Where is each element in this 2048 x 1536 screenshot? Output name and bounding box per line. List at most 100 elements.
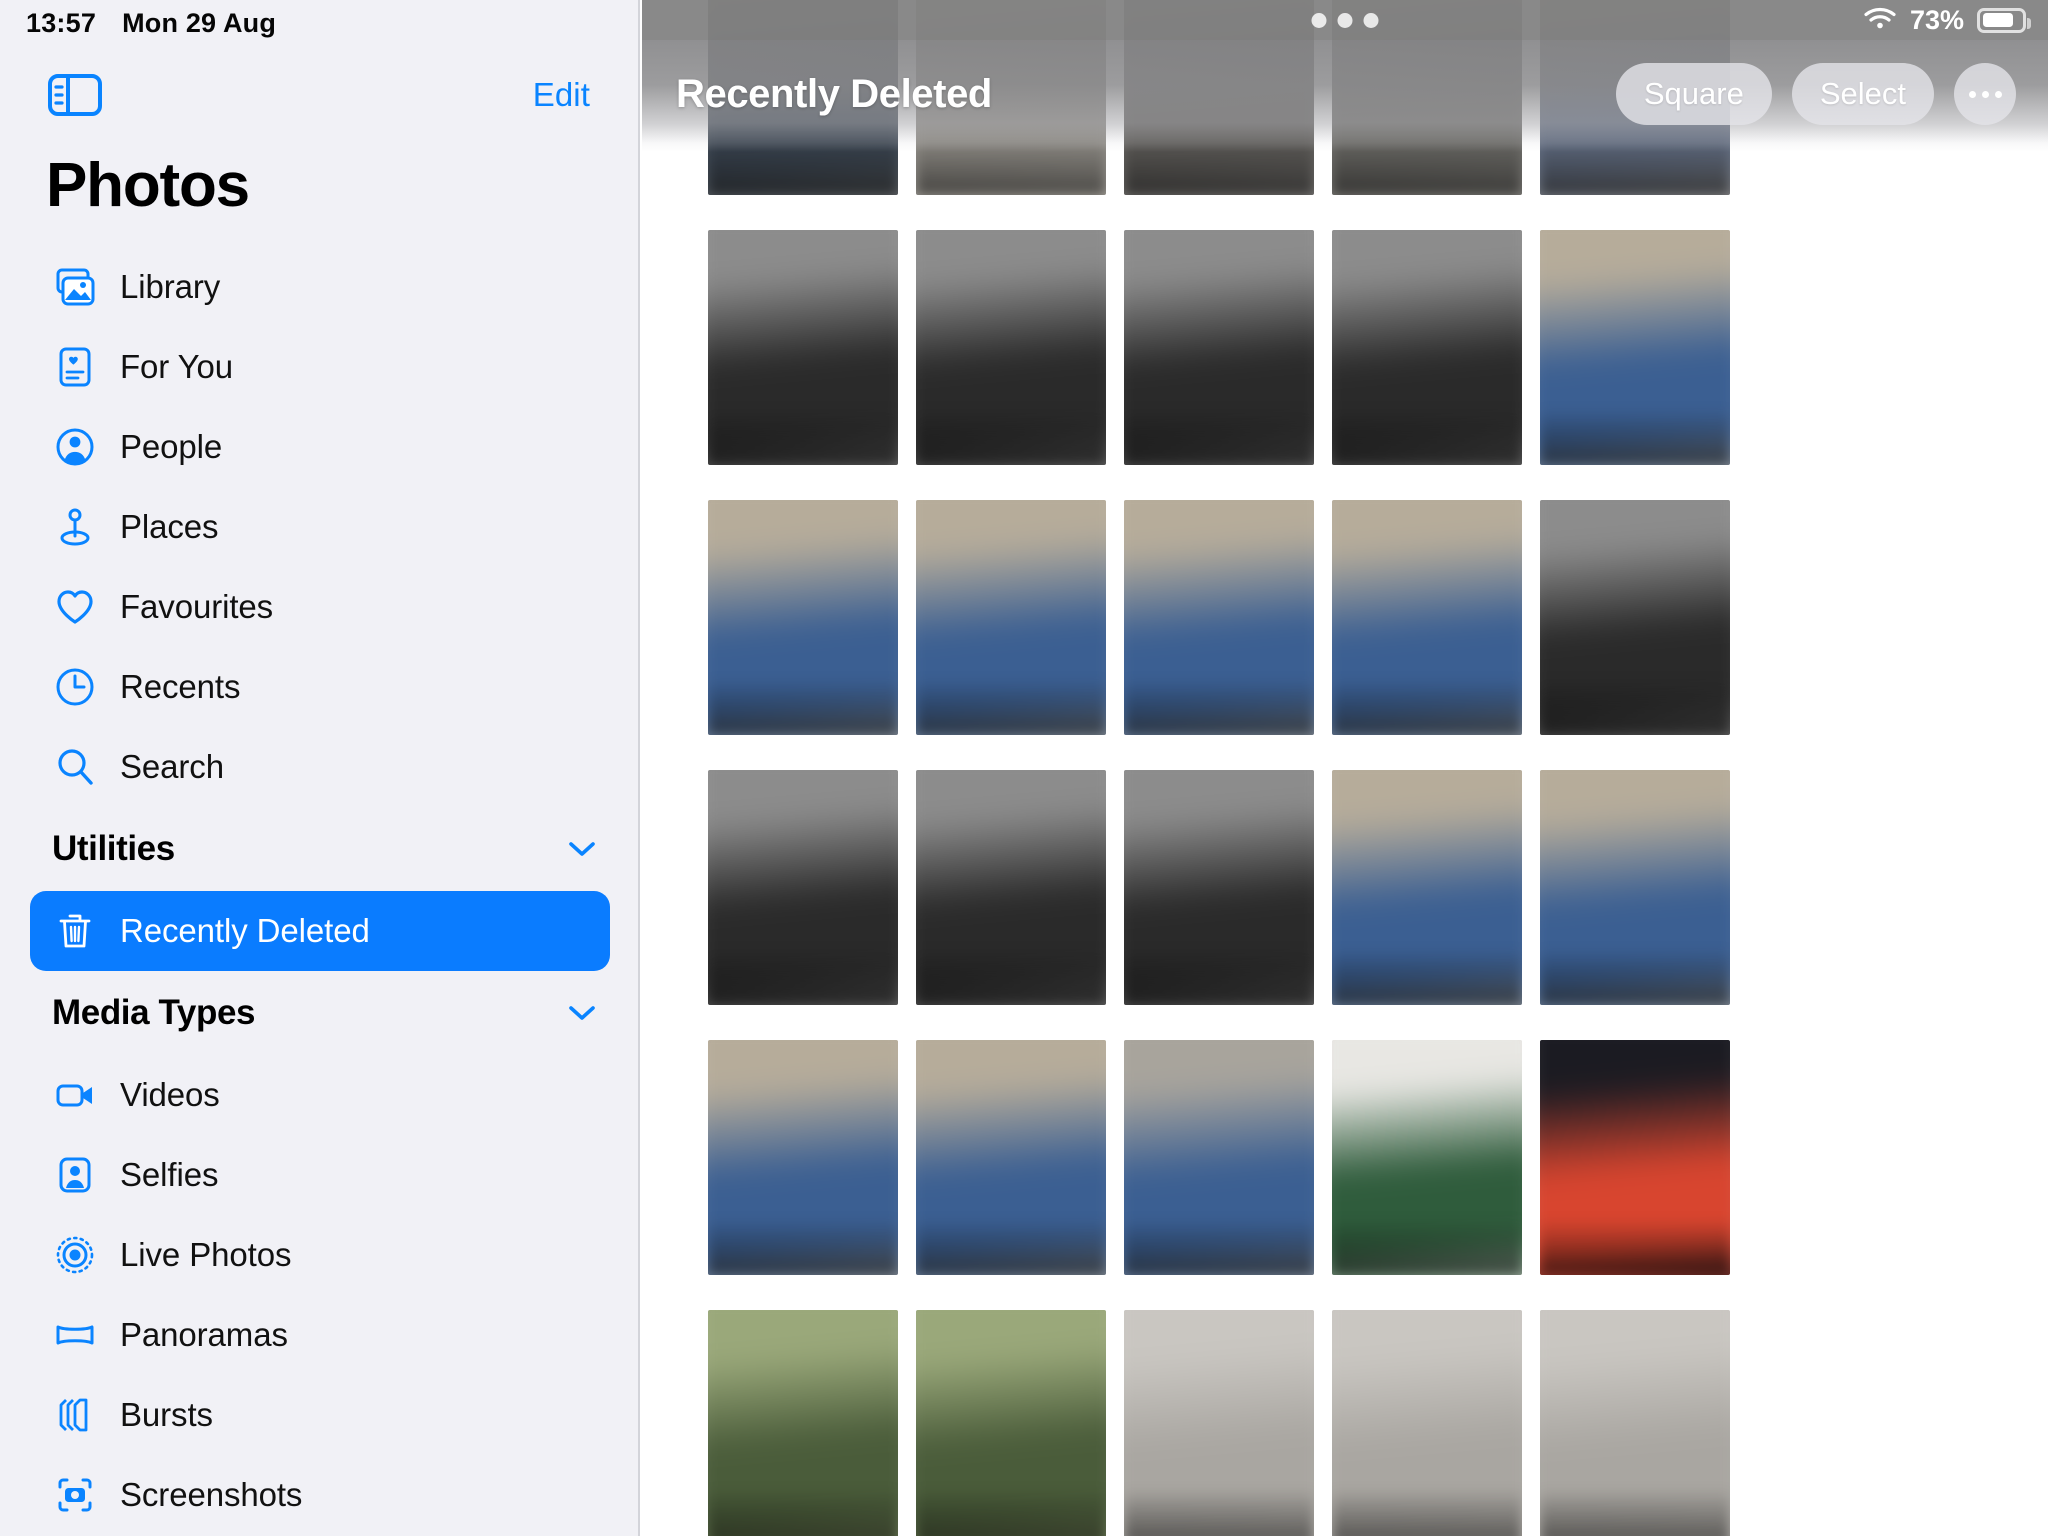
sidebar-item-screenshots[interactable]: Screenshots — [30, 1455, 610, 1535]
thumbnail-shadow — [708, 1218, 898, 1275]
photo-thumbnail[interactable] — [1124, 1310, 1314, 1536]
chevron-down-icon[interactable] — [568, 1004, 596, 1022]
chevron-down-icon[interactable] — [568, 840, 596, 858]
sidebar-toolbar: Edit — [0, 62, 638, 128]
thumbnail-shadow — [1124, 408, 1314, 465]
page-title: Photos — [46, 151, 250, 220]
bursts-stack-icon — [52, 1392, 98, 1438]
panorama-icon — [52, 1312, 98, 1358]
photo-thumbnail[interactable] — [1540, 770, 1730, 1005]
sidebar-item-label: Panoramas — [120, 1316, 288, 1353]
photo-thumbnail[interactable] — [916, 1310, 1106, 1536]
select-button[interactable]: Select — [1791, 63, 1934, 125]
sidebar-item-label: Live Photos — [120, 1236, 292, 1273]
thumbnail-shadow — [916, 408, 1106, 465]
photo-thumbnail[interactable] — [916, 1040, 1106, 1275]
sidebar-item-videos[interactable]: Videos — [30, 1055, 610, 1135]
sidebar-item-label: People — [120, 428, 223, 465]
content-area: 73% Recently Deleted Square Select — [642, 0, 2048, 1536]
photo-thumbnail[interactable] — [708, 500, 898, 735]
content-title: Recently Deleted — [676, 71, 992, 116]
photo-thumbnail[interactable] — [1332, 1040, 1522, 1275]
sidebar-item-for-you[interactable]: For You — [30, 327, 610, 407]
map-pin-icon — [52, 504, 98, 550]
sidebar-item-label: Screenshots — [120, 1476, 303, 1513]
photo-thumbnail[interactable] — [1124, 1040, 1314, 1275]
sidebar-item-bursts[interactable]: Bursts — [30, 1375, 610, 1455]
photo-thumbnail[interactable] — [1540, 500, 1730, 735]
sidebar-item-search[interactable]: Search — [30, 727, 610, 807]
thumbnail-shadow — [708, 678, 898, 735]
photo-thumbnail[interactable] — [708, 230, 898, 465]
status-time: 13:57 — [26, 7, 97, 38]
sidebar-item-favourites[interactable]: Favourites — [30, 567, 610, 647]
sidebar-section-utilities[interactable]: Utilities — [30, 807, 610, 891]
photo-thumbnail[interactable] — [916, 230, 1106, 465]
thumbnail-shadow — [708, 408, 898, 465]
photo-grid — [642, 0, 2048, 1536]
thumbnail-shadow — [1540, 408, 1730, 465]
content-header-bar: Recently Deleted Square Select — [642, 40, 2048, 152]
more-options-button[interactable] — [1954, 63, 2016, 125]
sidebar: 13:57 Mon 29 Aug Edit Photos Library For… — [0, 0, 640, 1536]
photo-thumbnail[interactable] — [916, 500, 1106, 735]
person-circle-icon — [52, 424, 98, 470]
photo-thumbnail[interactable] — [1332, 500, 1522, 735]
sidebar-item-label: Search — [120, 748, 224, 785]
thumbnail-shadow — [1124, 678, 1314, 735]
for-you-card-icon — [52, 344, 98, 390]
sidebar-item-places[interactable]: Places — [30, 487, 610, 567]
photo-thumbnail[interactable] — [1124, 230, 1314, 465]
sidebar-section-media-types[interactable]: Media Types — [30, 971, 610, 1055]
thumbnail-shadow — [1540, 1218, 1730, 1275]
sidebar-item-people[interactable]: People — [30, 407, 610, 487]
video-camera-icon — [52, 1072, 98, 1118]
photo-thumbnail[interactable] — [708, 1040, 898, 1275]
sidebar-item-label: For You — [120, 348, 234, 385]
sidebar-item-live-photos[interactable]: Live Photos — [30, 1215, 610, 1295]
edit-button[interactable]: Edit — [533, 76, 590, 114]
sidebar-item-label: Places — [120, 508, 219, 545]
photo-thumbnail[interactable] — [916, 770, 1106, 1005]
thumbnail-shadow — [1332, 1488, 1522, 1536]
thumbnail-shadow — [1124, 1218, 1314, 1275]
photo-thumbnail[interactable] — [1540, 1040, 1730, 1275]
sidebar-item-panoramas[interactable]: Panoramas — [30, 1295, 610, 1375]
photo-thumbnail[interactable] — [1540, 230, 1730, 465]
photo-thumbnail[interactable] — [1332, 1310, 1522, 1536]
photo-stack-icon — [52, 264, 98, 310]
photo-thumbnail[interactable] — [1332, 770, 1522, 1005]
heart-icon — [52, 584, 98, 630]
aspect-square-button[interactable]: Square — [1615, 63, 1772, 125]
battery-percent: 73% — [1909, 4, 1964, 35]
sidebar-item-selfies[interactable]: Selfies — [30, 1135, 610, 1215]
thumbnail-shadow — [916, 678, 1106, 735]
sidebar-list: Library For You People Places Favourites… — [0, 247, 638, 1535]
thumbnail-shadow — [916, 948, 1106, 1005]
photo-thumbnail[interactable] — [1540, 1310, 1730, 1536]
sidebar-item-label: Recently Deleted — [120, 912, 370, 949]
sidebar-item-label: Videos — [120, 1076, 220, 1113]
thumbnail-shadow — [1540, 1488, 1730, 1536]
sidebar-toggle-icon[interactable] — [48, 74, 102, 116]
section-label: Utilities — [52, 829, 175, 868]
screenshot-icon — [52, 1472, 98, 1518]
sidebar-item-label: Bursts — [120, 1396, 213, 1433]
sidebar-item-library[interactable]: Library — [30, 247, 610, 327]
photo-thumbnail[interactable] — [1332, 230, 1522, 465]
section-label: Media Types — [52, 993, 256, 1032]
status-bar: 13:57 Mon 29 Aug — [0, 0, 638, 46]
wifi-icon — [1863, 6, 1897, 35]
photo-thumbnail[interactable] — [1124, 500, 1314, 735]
ellipsis-icon — [1968, 90, 2002, 98]
multitask-dots-icon[interactable] — [1311, 13, 1379, 28]
photo-thumbnail[interactable] — [708, 770, 898, 1005]
photo-thumbnail[interactable] — [1124, 770, 1314, 1005]
thumbnail-shadow — [916, 1218, 1106, 1275]
status-date: Mon 29 Aug — [122, 7, 277, 38]
search-icon — [52, 744, 98, 790]
thumbnail-shadow — [1124, 1488, 1314, 1536]
sidebar-item-recently-deleted[interactable]: Recently Deleted — [30, 891, 610, 971]
sidebar-item-recents[interactable]: Recents — [30, 647, 610, 727]
photo-thumbnail[interactable] — [708, 1310, 898, 1536]
